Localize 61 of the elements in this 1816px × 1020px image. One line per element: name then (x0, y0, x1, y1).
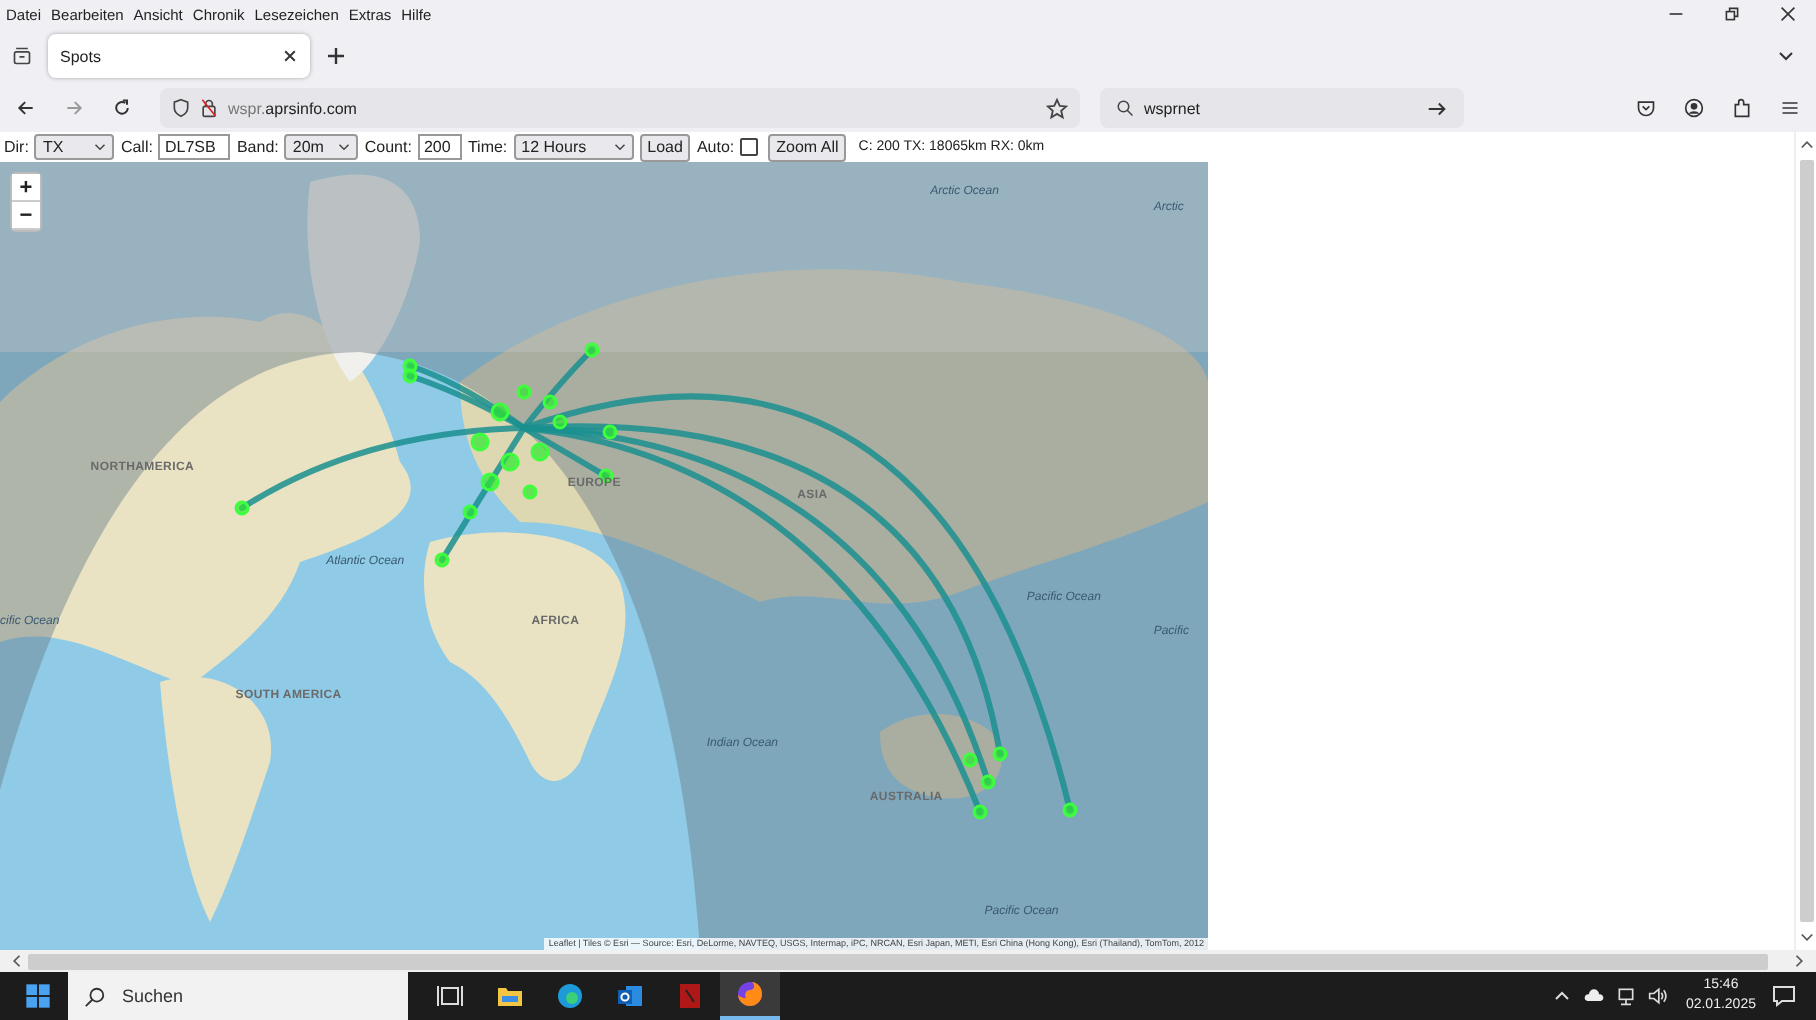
arrow-right-icon[interactable] (1426, 97, 1448, 119)
caret-icon (338, 142, 351, 152)
scroll-left-icon[interactable] (10, 954, 22, 968)
close-icon[interactable] (1780, 6, 1796, 22)
caret-icon (94, 142, 107, 152)
search-field[interactable]: wsprnet (1100, 88, 1464, 128)
taskbar-search-field[interactable]: Suchen (68, 972, 408, 1020)
checkbox[interactable] (740, 138, 759, 156)
shield-icon (172, 98, 190, 118)
windows-start-icon[interactable] (24, 982, 52, 1010)
forward-icon (64, 98, 84, 118)
dropdown[interactable]: TX (34, 134, 115, 160)
url-text: wspr.aprsinfo.com (228, 99, 357, 117)
zoom-in-button[interactable]: + (12, 174, 40, 202)
field-label: Call: (120, 138, 153, 156)
browser-tab[interactable]: Spots (48, 34, 310, 78)
horizontal-scrollbar[interactable] (0, 950, 1816, 972)
field-label: Dir: (4, 138, 29, 156)
menu-icon[interactable] (1780, 98, 1800, 118)
vertical-scrollbar[interactable] (1794, 132, 1816, 950)
address-bar[interactable]: wspr.aprsinfo.com (160, 88, 1080, 128)
extensions-icon[interactable] (1732, 98, 1752, 118)
search-icon (84, 985, 106, 1007)
task-view-icon[interactable] (436, 982, 464, 1010)
scroll-right-icon[interactable] (1794, 954, 1806, 968)
cloud-icon[interactable] (1583, 986, 1604, 1006)
fox-globe-icon (736, 980, 764, 1008)
toolbar-button[interactable]: Load (639, 133, 691, 161)
field-label: Count: (364, 138, 412, 156)
mail-icon[interactable] (616, 982, 644, 1010)
search-icon (1116, 98, 1134, 118)
restore-icon[interactable] (1724, 6, 1740, 22)
back-icon[interactable] (16, 98, 36, 118)
field-label: Time: (467, 138, 508, 156)
reload-icon[interactable] (112, 98, 132, 118)
network-icon[interactable] (1615, 986, 1636, 1006)
input-field[interactable]: DL7SB (158, 134, 231, 160)
folder-icon[interactable] (496, 982, 524, 1010)
star-icon[interactable] (1046, 97, 1068, 119)
lock-icon (200, 98, 218, 118)
toolbar-button[interactable]: Zoom All (768, 133, 847, 161)
app-icon[interactable] (676, 982, 704, 1010)
tab-list-icon[interactable] (12, 46, 32, 66)
dropdown[interactable]: 12 Hours (513, 134, 634, 160)
field-label: Auto: (696, 138, 735, 156)
scroll-down-icon[interactable] (1799, 932, 1813, 944)
field-label: Band: (236, 138, 279, 156)
firefox-taskbar-button[interactable] (720, 972, 780, 1020)
dropdown[interactable]: 20m (284, 134, 359, 160)
caret-icon (613, 142, 626, 152)
browser-icon[interactable] (556, 982, 584, 1010)
chevron-down-icon[interactable] (1776, 46, 1796, 66)
close-icon[interactable] (282, 48, 298, 64)
account-icon[interactable] (1684, 98, 1704, 118)
new-tab-icon[interactable] (326, 46, 346, 66)
tab-title: Spots (60, 47, 101, 65)
speaker-icon[interactable] (1647, 986, 1668, 1006)
pocket-icon[interactable] (1636, 98, 1656, 118)
notification-icon[interactable] (1772, 984, 1796, 1008)
scroll-up-icon[interactable] (1799, 138, 1813, 150)
input-field[interactable]: 200 (417, 134, 462, 160)
